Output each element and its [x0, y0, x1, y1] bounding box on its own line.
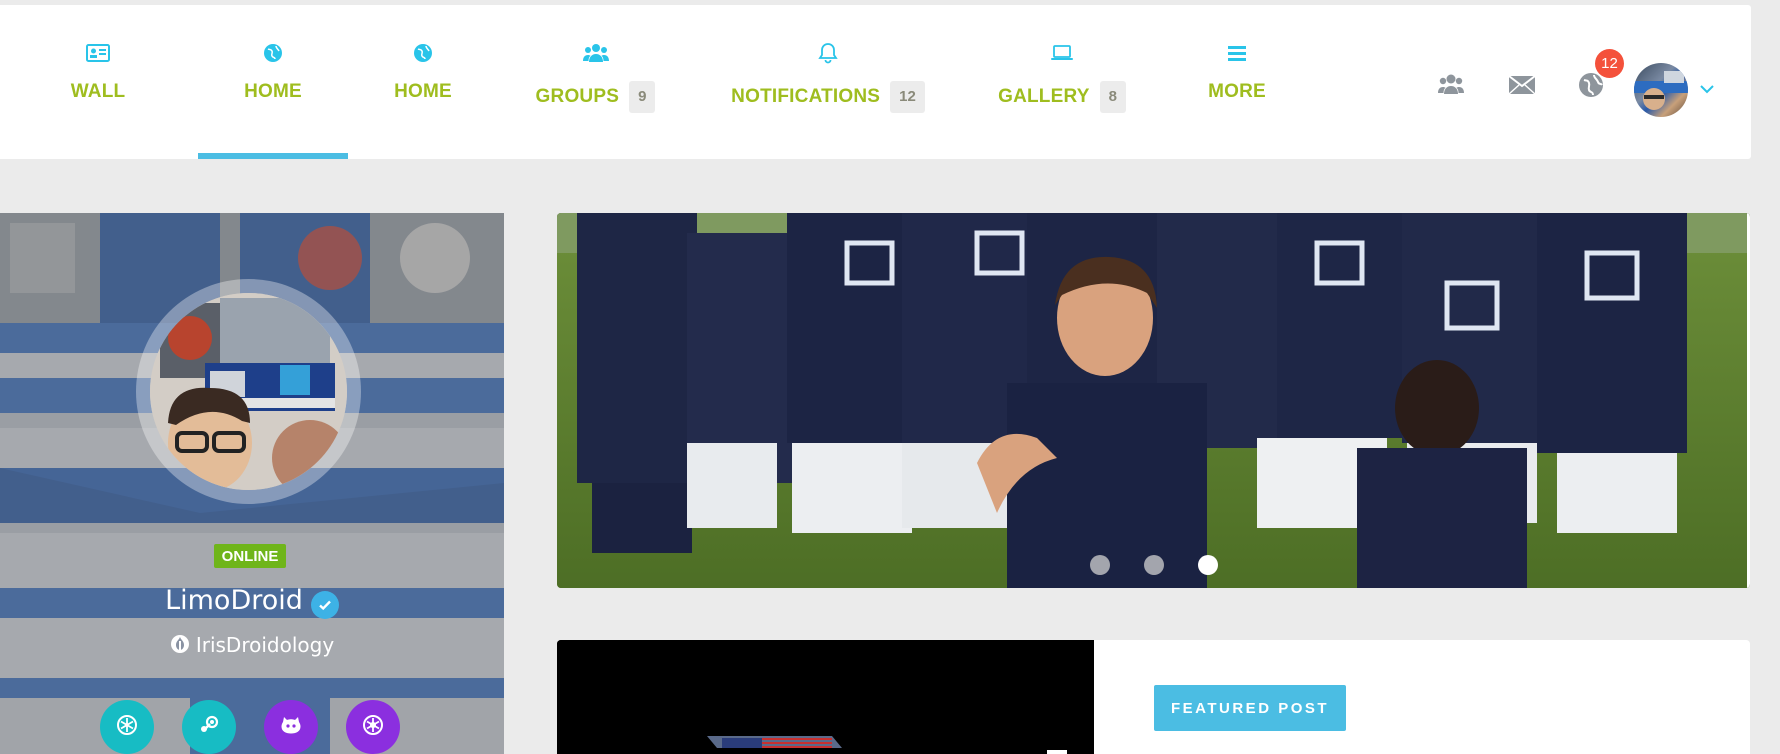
nav-item-groups[interactable]: GROUPS 9: [535, 5, 656, 159]
profile-avatar[interactable]: [150, 293, 347, 490]
active-tab-indicator: [198, 153, 348, 159]
globe-icon: [413, 41, 433, 65]
mail-icon[interactable]: [1508, 75, 1536, 100]
friends-icon[interactable]: [1438, 73, 1464, 100]
user-avatar[interactable]: [1634, 63, 1688, 117]
slider-dot-1[interactable]: [1090, 555, 1110, 575]
nav-item-gallery[interactable]: GALLERY 8: [998, 5, 1126, 159]
social-snowflake-button[interactable]: [100, 700, 154, 754]
nav-item-home-2[interactable]: HOME: [394, 5, 452, 159]
profile-handle[interactable]: IrisDroidology: [196, 633, 334, 657]
globe-icon: [263, 41, 283, 65]
social-github-button[interactable]: [264, 700, 318, 754]
notification-count-badge: 12: [1595, 49, 1624, 78]
post-media-thumbnail[interactable]: [557, 640, 1094, 754]
profile-name: LimoDroid: [165, 585, 303, 616]
slider-dot-2[interactable]: [1144, 555, 1164, 575]
groups-count-badge: 9: [629, 81, 656, 113]
github-icon: [279, 713, 303, 742]
nav-label: HOME: [244, 81, 302, 102]
rebel-icon: [170, 634, 190, 659]
notifications-count-badge: 12: [890, 81, 925, 113]
menu-icon: [1227, 41, 1247, 65]
slider-pagination: [1090, 555, 1218, 575]
online-status-badge: ONLINE: [214, 544, 286, 568]
nav-item-home[interactable]: HOME: [244, 5, 302, 159]
id-card-icon: [86, 41, 110, 65]
gallery-count-badge: 8: [1099, 81, 1126, 113]
nav-label: GALLERY: [998, 86, 1090, 107]
verified-icon: [310, 591, 339, 619]
nav-label: GROUPS: [535, 86, 620, 107]
top-navigation-bar: WALL HOME HOME GROUPS 9 NOTIFICATIONS 12: [0, 5, 1751, 159]
nav-item-more[interactable]: MORE: [1208, 5, 1266, 159]
profile-handle-row: IrisDroidology: [0, 633, 504, 659]
nav-label: HOME: [394, 81, 452, 102]
profile-name-row: LimoDroid: [0, 585, 504, 619]
users-icon: [582, 41, 609, 65]
snowflake-icon: [116, 714, 138, 741]
bell-icon: [818, 41, 838, 65]
globe-notifications-icon[interactable]: [1578, 72, 1604, 103]
laptop-icon: [1050, 41, 1074, 65]
nav-label: MORE: [1208, 81, 1266, 102]
dribbble-icon: [362, 714, 384, 741]
social-steam-button[interactable]: [182, 700, 236, 754]
nav-label: NOTIFICATIONS: [731, 86, 881, 107]
nav-item-notifications[interactable]: NOTIFICATIONS 12: [730, 5, 926, 159]
slider-dot-3[interactable]: [1198, 555, 1218, 575]
featured-post-card: FEATURED POST: [557, 640, 1750, 754]
social-dribbble-button[interactable]: [346, 700, 400, 754]
nav-label: WALL: [70, 81, 126, 102]
profile-card: ONLINE LimoDroid IrisDroidology: [0, 213, 504, 754]
steam-icon: [197, 713, 221, 742]
cover-photo-slider[interactable]: [557, 213, 1750, 588]
cover-photo: [557, 213, 1750, 588]
chevron-down-icon[interactable]: [1699, 81, 1715, 99]
featured-post-button[interactable]: FEATURED POST: [1154, 685, 1346, 731]
